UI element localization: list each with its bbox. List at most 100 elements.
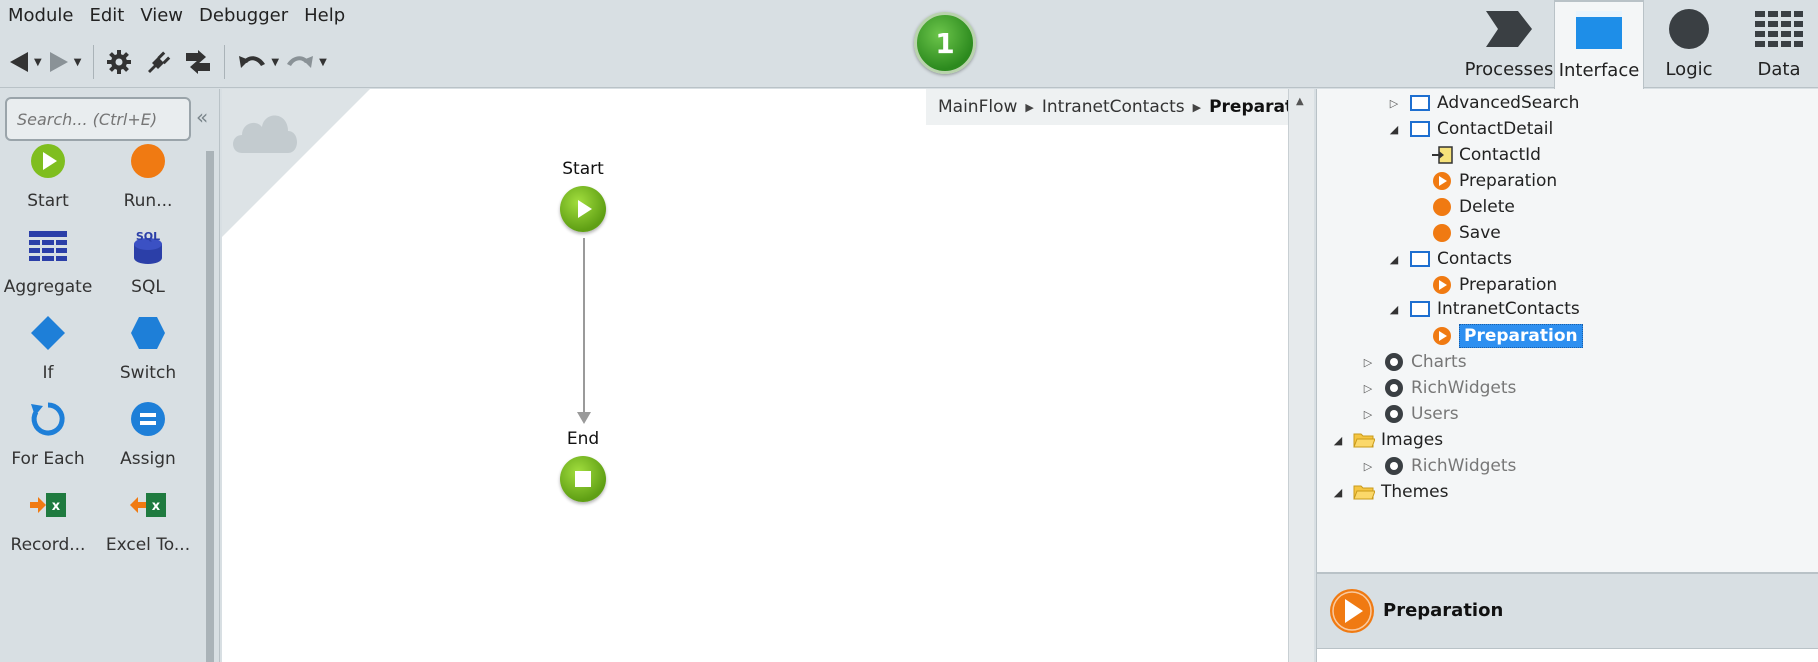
expanded-expander-icon[interactable]: ◢ — [1387, 123, 1401, 136]
tree-item-delete[interactable]: Delete — [1431, 193, 1515, 221]
tab-data[interactable]: Data — [1734, 0, 1818, 88]
collapsed-expander-icon[interactable]: ▷ — [1387, 97, 1401, 110]
tab-logic[interactable]: Logic — [1644, 0, 1734, 88]
publish-icon — [186, 50, 211, 74]
canvas-vertical-scrollbar[interactable] — [1288, 89, 1314, 662]
properties-body — [1317, 648, 1818, 662]
palette-scrollbar[interactable] — [206, 151, 214, 662]
tab-processes[interactable]: Processes — [1464, 0, 1554, 88]
end-node[interactable] — [560, 456, 606, 502]
tree-item-save[interactable]: Save — [1431, 219, 1501, 247]
collapsed-expander-icon[interactable]: ▷ — [1361, 382, 1375, 395]
collapsed-expander-icon[interactable]: ▷ — [1361, 356, 1375, 369]
menu-help[interactable]: Help — [296, 3, 353, 29]
flow-connector[interactable] — [583, 238, 585, 416]
breadcrumb-item[interactable]: IntranetContacts — [1042, 97, 1185, 117]
tree-item-advancedsearch[interactable]: ▷ AdvancedSearch — [1387, 89, 1580, 117]
start-node[interactable] — [560, 186, 606, 232]
breadcrumb-item[interactable]: MainFlow — [938, 97, 1017, 117]
tool-start[interactable]: Start — [0, 139, 98, 229]
screen-icon — [1409, 248, 1431, 270]
true-change-counter-badge[interactable]: 1 — [914, 12, 976, 74]
aggregate-icon — [26, 225, 70, 269]
tool-sql[interactable]: SQL SQL — [98, 225, 198, 315]
redo-button[interactable] — [285, 44, 315, 80]
plug-button[interactable] — [144, 44, 172, 80]
properties-header: Preparation — [1316, 572, 1818, 662]
undo-dropdown-caret[interactable]: ▼ — [271, 57, 279, 68]
breadcrumb: MainFlow ▶ IntranetContacts ▶ Preparatio… — [926, 89, 1288, 125]
publish-button[interactable] — [184, 44, 212, 80]
module-reference-icon — [1383, 403, 1405, 425]
tree-item-label: Images — [1381, 430, 1444, 450]
back-button[interactable] — [8, 44, 30, 80]
top-bar: Module Edit View Debugger Help ▼ ▼ ▼ ▼ 1… — [0, 0, 1818, 89]
collapse-palette-icon[interactable]: « — [196, 107, 208, 127]
tool-switch[interactable]: Switch — [98, 311, 198, 401]
settings-button[interactable] — [106, 44, 132, 80]
expanded-expander-icon[interactable]: ◢ — [1387, 303, 1401, 316]
redo-icon — [287, 56, 314, 68]
expanded-expander-icon[interactable]: ◢ — [1331, 434, 1345, 447]
tool-if[interactable]: If — [0, 311, 98, 401]
tab-label: Interface — [1558, 60, 1640, 81]
assign-icon — [126, 397, 170, 441]
tree-item-richwidgets[interactable]: ▷ RichWidgets — [1361, 374, 1517, 402]
tree-item-label: IntranetContacts — [1437, 299, 1580, 319]
expanded-expander-icon[interactable]: ◢ — [1387, 253, 1401, 266]
svg-text:x: x — [152, 499, 161, 514]
tree-item-images[interactable]: ◢ Images — [1331, 426, 1443, 454]
interface-tree: ▷ AdvancedSearch ◢ ContactDetail Contact… — [1316, 89, 1818, 572]
tool-record-list-to-excel[interactable]: x Record... — [0, 483, 98, 573]
folder-icon — [1353, 481, 1375, 503]
screen-action-icon — [1431, 222, 1453, 244]
undo-button[interactable] — [237, 44, 267, 80]
toolbar-separator — [93, 45, 95, 79]
tool-assign[interactable]: Assign — [98, 397, 198, 487]
module-reference-icon — [1383, 377, 1405, 399]
tree-item-label: Preparation — [1459, 324, 1583, 348]
back-dropdown-caret[interactable]: ▼ — [34, 57, 42, 68]
folder-icon — [1353, 429, 1375, 451]
expanded-expander-icon[interactable]: ◢ — [1331, 486, 1345, 499]
flow-canvas[interactable]: MainFlow ▶ IntranetContacts ▶ Preparatio… — [222, 89, 1288, 662]
screen-icon — [1409, 92, 1431, 114]
svg-text:x: x — [52, 499, 61, 514]
tree-item-label: RichWidgets — [1411, 378, 1517, 398]
forward-button[interactable] — [48, 44, 70, 80]
forward-dropdown-caret[interactable]: ▼ — [74, 57, 82, 68]
scroll-up-icon[interactable]: ▲ — [1296, 96, 1304, 107]
tree-item-label: Themes — [1381, 482, 1449, 502]
tree-item-label: Users — [1411, 404, 1459, 424]
tool-run-server-action[interactable]: Run... — [98, 139, 198, 229]
tree-item-contactdetail[interactable]: ◢ ContactDetail — [1387, 115, 1553, 143]
menu-view[interactable]: View — [132, 3, 191, 29]
tree-item-charts[interactable]: ▷ Charts — [1361, 348, 1467, 376]
tab-label: Processes — [1464, 59, 1554, 80]
tree-item-preparation[interactable]: Preparation — [1431, 167, 1557, 195]
layer-tabs: Processes Interface Logic Data — [1464, 0, 1818, 89]
tab-label: Data — [1757, 59, 1801, 80]
tree-item-themes[interactable]: ◢ Themes — [1331, 478, 1449, 506]
play-icon — [578, 200, 592, 218]
menu-module[interactable]: Module — [0, 3, 81, 29]
tree-item-contacts[interactable]: ◢ Contacts — [1387, 245, 1512, 273]
menu-edit[interactable]: Edit — [81, 3, 132, 29]
toolbox-search-input[interactable] — [5, 97, 191, 141]
tool-aggregate[interactable]: Aggregate — [0, 225, 98, 315]
redo-dropdown-caret[interactable]: ▼ — [319, 57, 327, 68]
toolbar-separator — [224, 45, 226, 79]
menu-debugger[interactable]: Debugger — [191, 3, 296, 29]
menu-bar: Module Edit View Debugger Help — [0, 3, 353, 29]
tree-item-preparation-selected[interactable]: Preparation — [1431, 322, 1583, 350]
tree-item-intranetcontacts[interactable]: ◢ IntranetContacts — [1387, 295, 1580, 323]
collapsed-expander-icon[interactable]: ▷ — [1361, 460, 1375, 473]
tree-item-contactid[interactable]: ContactId — [1431, 141, 1541, 169]
tool-for-each[interactable]: For Each — [0, 397, 98, 487]
tool-excel-to-record-list[interactable]: x Excel To... — [98, 483, 198, 573]
collapsed-expander-icon[interactable]: ▷ — [1361, 408, 1375, 421]
tab-interface[interactable]: Interface — [1554, 0, 1644, 89]
start-node-label: Start — [562, 159, 604, 179]
tree-item-users[interactable]: ▷ Users — [1361, 400, 1459, 428]
tree-item-richwidgets[interactable]: ▷ RichWidgets — [1361, 452, 1517, 480]
